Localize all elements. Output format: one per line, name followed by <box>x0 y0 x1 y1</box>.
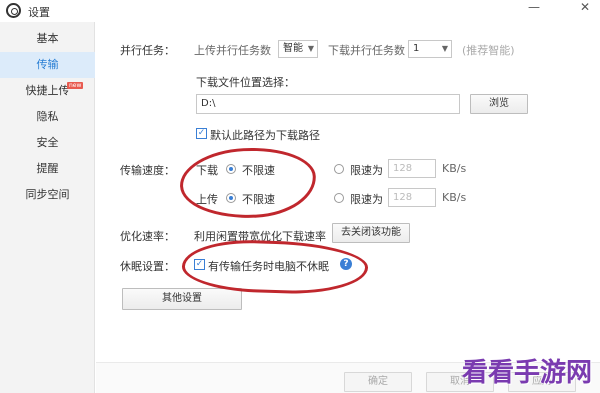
sidebar-item-privacy[interactable]: 隐私 <box>0 104 95 130</box>
sleep-settings-label: 休眠设置： <box>120 260 175 273</box>
download-path-input[interactable]: D:\ <box>196 94 460 114</box>
sidebar-item-quick-upload[interactable]: 快捷上传 new <box>0 78 95 104</box>
browse-button[interactable]: 浏览 <box>470 94 528 114</box>
download-parallel-label: 下载并行任务数 <box>328 44 405 57</box>
ok-button[interactable]: 确定 <box>344 372 412 392</box>
app-logo-icon <box>6 3 21 18</box>
download-limit-label: 限速为 <box>350 164 383 177</box>
sidebar-item-basic[interactable]: 基本 <box>0 26 95 52</box>
download-unit-label: KB/s <box>442 162 467 175</box>
parallel-tasks-label: 并行任务： <box>120 44 175 57</box>
default-path-checkbox[interactable]: ✓ <box>196 128 207 139</box>
other-settings-button[interactable]: 其他设置 <box>122 288 242 310</box>
upload-limit-radio[interactable] <box>334 193 344 203</box>
download-limit-input[interactable]: 128 <box>388 159 436 178</box>
window-title: 设置 <box>28 6 50 19</box>
title-bar: 设置 — ✕ <box>0 0 600 22</box>
upload-limit-label: 限速为 <box>350 193 383 206</box>
sidebar-item-reminder[interactable]: 提醒 <box>0 156 95 182</box>
recommend-hint: (推荐智能) <box>462 44 515 57</box>
chevron-down-icon: ▼ <box>441 44 448 53</box>
sidebar-item-security[interactable]: 安全 <box>0 130 95 156</box>
upload-unit-label: KB/s <box>442 191 467 204</box>
upload-limit-input[interactable]: 128 <box>388 188 436 207</box>
optimize-rate-label: 优化速率： <box>120 230 175 243</box>
download-location-label: 下载文件位置选择： <box>196 76 295 89</box>
minimize-button[interactable]: — <box>528 0 540 14</box>
download-parallel-select[interactable]: 1 ▼ <box>408 40 452 58</box>
watermark-text: 看看手游网 <box>461 358 592 388</box>
sidebar: 基本 传输 快捷上传 new 隐私 安全 提醒 同步空间 <box>0 22 95 393</box>
close-button[interactable]: ✕ <box>580 0 590 14</box>
default-path-label: 默认此路径为下载路径 <box>210 129 320 142</box>
new-badge: new <box>67 82 84 89</box>
upload-parallel-label: 上传并行任务数 <box>194 44 271 57</box>
upload-parallel-select[interactable]: 智能 ▼ <box>278 40 318 58</box>
transfer-speed-label: 传输速度： <box>120 164 175 177</box>
sidebar-item-transfer[interactable]: 传输 <box>0 52 95 78</box>
sidebar-item-sync-space[interactable]: 同步空间 <box>0 182 95 208</box>
disable-optimize-button[interactable]: 去关闭该功能 <box>332 223 410 243</box>
download-limit-radio[interactable] <box>334 164 344 174</box>
transfer-settings-panel: 并行任务： 上传并行任务数 智能 ▼ 下载并行任务数 1 ▼ (推荐智能) 下载文件… <box>96 22 600 393</box>
chevron-down-icon: ▼ <box>307 44 314 53</box>
